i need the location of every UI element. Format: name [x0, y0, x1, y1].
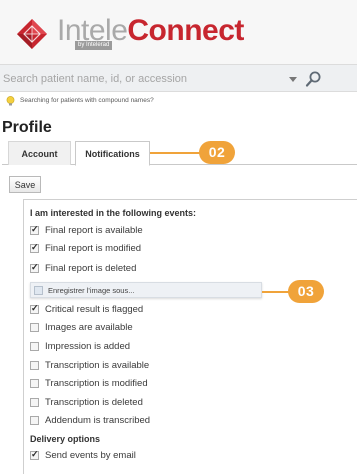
app-header: InteleConnect by Intelerad	[0, 0, 357, 64]
save-image-icon	[34, 286, 43, 295]
callout-badge-02: 02	[199, 141, 235, 164]
checkbox[interactable]	[30, 262, 39, 273]
lightbulb-icon	[6, 96, 15, 106]
search-input[interactable]	[2, 69, 298, 89]
checkbox[interactable]	[30, 224, 39, 235]
event-label: Images are available	[45, 322, 133, 333]
checkbox[interactable]	[30, 379, 39, 388]
menu-item-label: Enregistrer l'image sous...	[48, 286, 135, 295]
logo-diamond-icon	[17, 19, 47, 49]
checkbox[interactable]	[30, 398, 39, 407]
checkbox[interactable]	[30, 416, 39, 425]
event-label: Send events by email	[45, 450, 136, 461]
event-label: Addendum is transcribed	[45, 415, 151, 426]
callout-badge-03: 03	[288, 280, 324, 303]
checkbox[interactable]	[30, 303, 39, 314]
save-image-as-menu-item[interactable]: Enregistrer l'image sous...	[30, 282, 262, 298]
callout-line-02	[150, 152, 200, 154]
hint-link[interactable]: Searching for patients with compound nam…	[20, 96, 154, 106]
logo-text-connect: Connect	[127, 14, 244, 47]
logo-byline: by Intelerad	[75, 41, 113, 50]
events-heading: I am interested in the following events:	[30, 208, 197, 218]
save-button[interactable]: Save	[9, 176, 41, 193]
search-icon[interactable]	[304, 70, 322, 88]
tab-account[interactable]: Account	[8, 141, 71, 165]
event-label: Impression is added	[45, 341, 131, 352]
event-label: Transcription is available	[45, 360, 150, 371]
tab-notifications[interactable]: Notifications	[75, 141, 150, 166]
event-label: Critical result is flagged	[45, 304, 144, 315]
delivery-options-heading: Delivery options	[30, 434, 101, 444]
search-bar	[0, 64, 357, 92]
checkbox[interactable]	[30, 342, 39, 351]
event-label: Final report is available	[45, 225, 143, 236]
callout-line-03	[262, 291, 290, 293]
checkbox[interactable]	[30, 449, 39, 460]
page-title: Profile	[2, 119, 52, 136]
search-dropdown-icon[interactable]	[289, 77, 297, 82]
checkbox[interactable]	[30, 323, 39, 332]
event-label: Transcription is deleted	[45, 397, 143, 408]
event-label: Final report is modified	[45, 243, 142, 254]
checkbox[interactable]	[30, 242, 39, 253]
event-label: Transcription is modified	[45, 378, 148, 389]
event-label: Final report is deleted	[45, 263, 137, 274]
checkbox[interactable]	[30, 361, 39, 370]
